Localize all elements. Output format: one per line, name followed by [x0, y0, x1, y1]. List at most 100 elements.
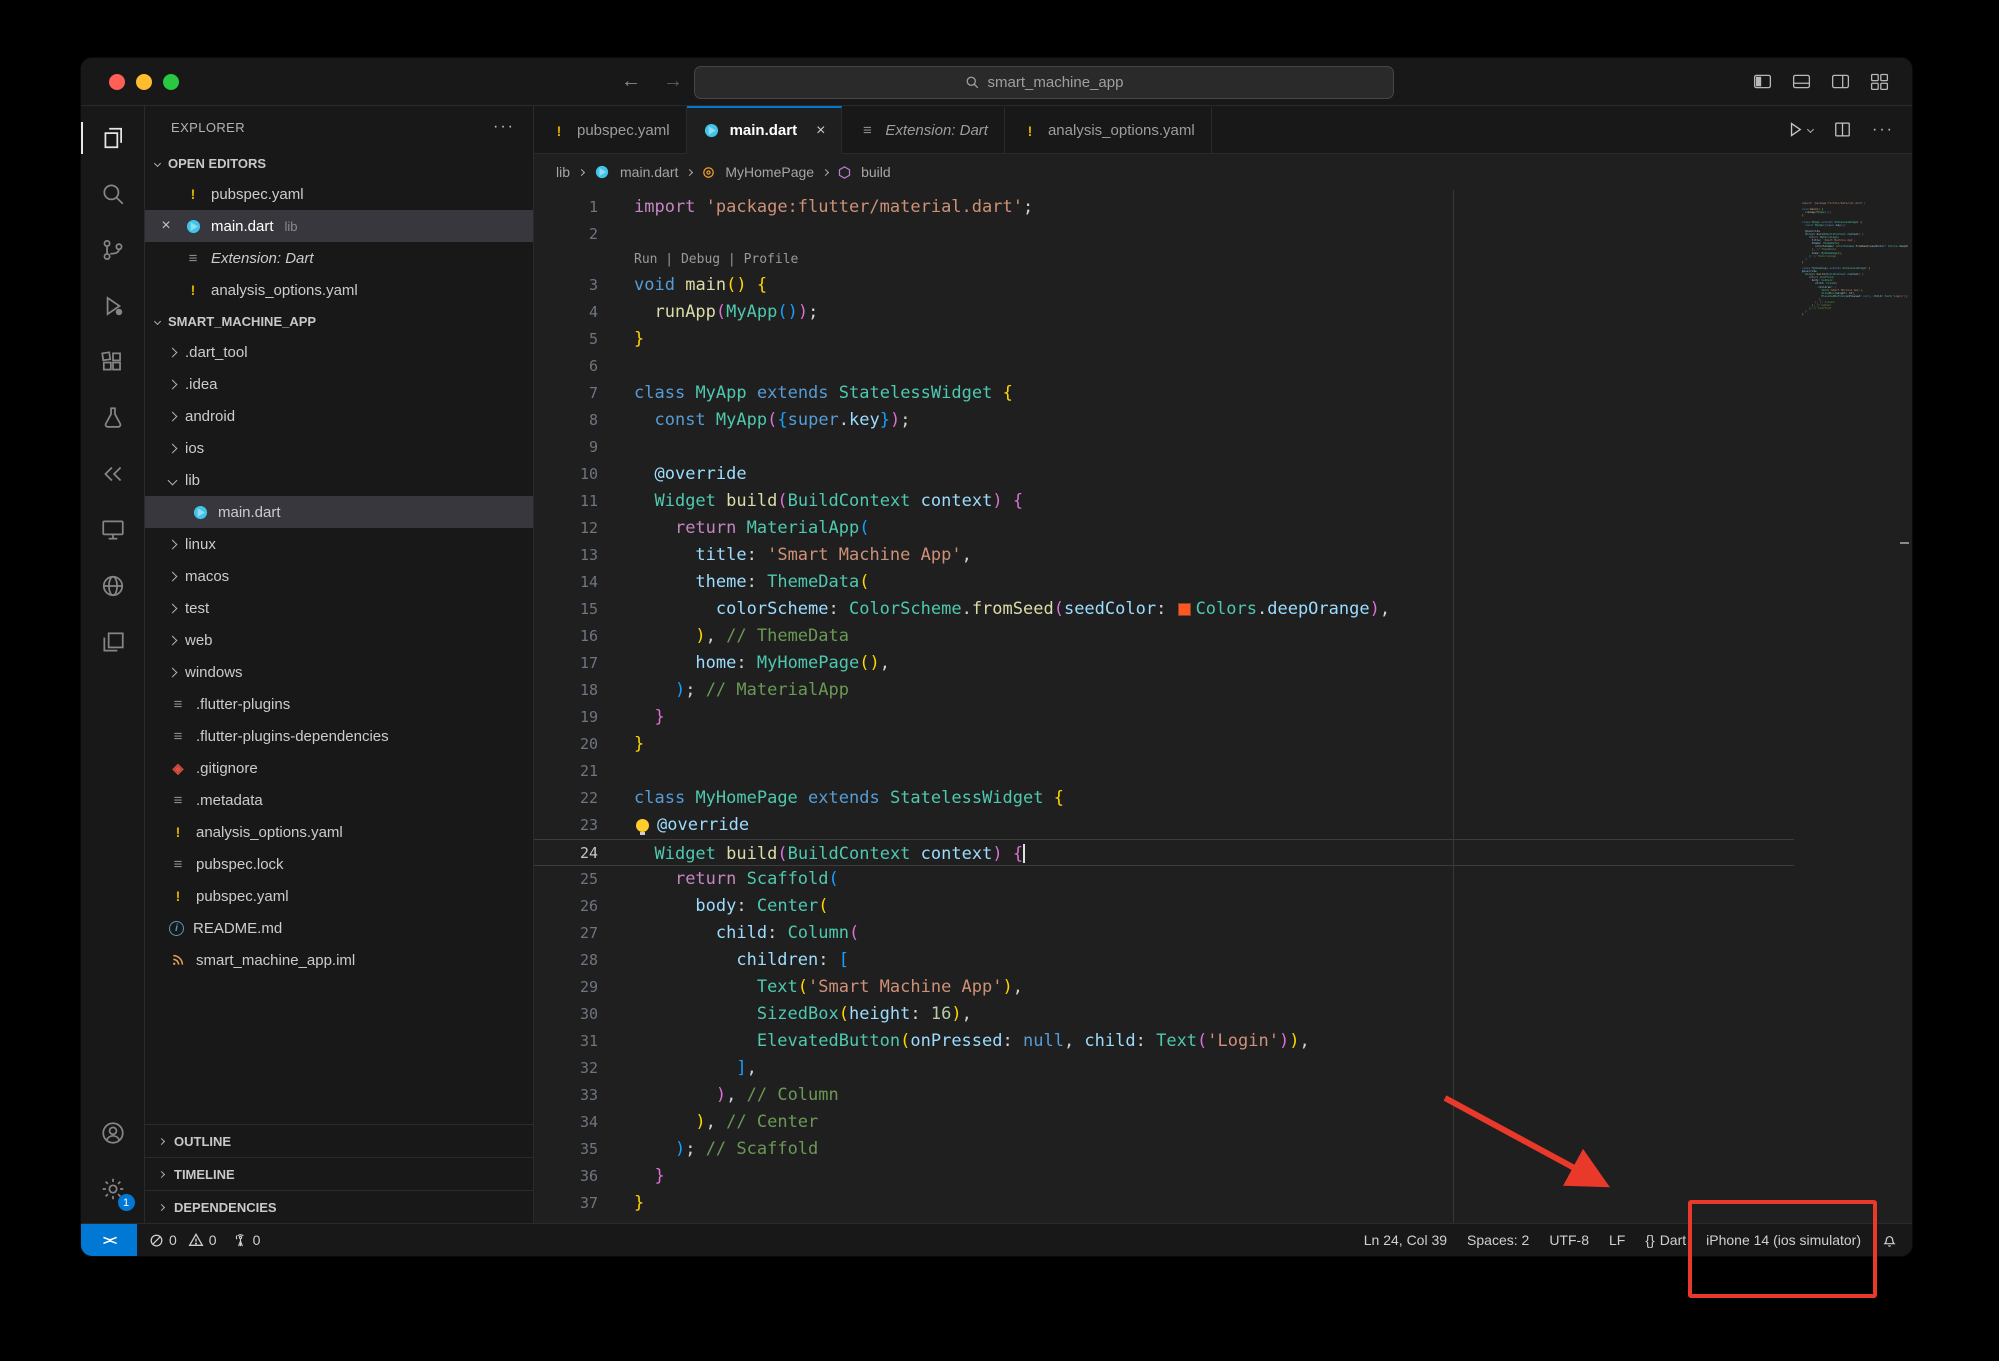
line-number[interactable]: 24: [534, 840, 598, 865]
line-number[interactable]: 29: [534, 974, 598, 1001]
code-line-31[interactable]: 31 ElevatedButton(onPressed: null, child…: [534, 1028, 1794, 1055]
run-debug-icon[interactable]: [81, 278, 145, 334]
line-number[interactable]: 10: [534, 461, 598, 488]
line-number[interactable]: 21: [534, 758, 598, 785]
codelens-run-debug-profile[interactable]: Run | Debug | Profile: [534, 248, 1794, 272]
line-number[interactable]: 27: [534, 920, 598, 947]
code-line-8[interactable]: 8 const MyApp({super.key});: [534, 407, 1794, 434]
code-line-2[interactable]: 2: [534, 221, 1794, 248]
split-editor-icon[interactable]: [1833, 120, 1852, 139]
toggle-sidebar-icon[interactable]: [1752, 71, 1773, 92]
forward-arrow-icon[interactable]: →: [663, 70, 683, 93]
language-status[interactable]: {} Dart: [1645, 1232, 1686, 1248]
tree-folder-macos[interactable]: macos: [145, 560, 533, 592]
line-number[interactable]: 17: [534, 650, 598, 677]
code-line-24[interactable]: 24 Widget build(BuildContext context) {: [534, 839, 1794, 866]
code-line-13[interactable]: 13 title: 'Smart Machine App',: [534, 542, 1794, 569]
source-control-icon[interactable]: [81, 222, 145, 278]
code-line-14[interactable]: 14 theme: ThemeData(: [534, 569, 1794, 596]
open-editors-header[interactable]: OPEN EDITORS: [145, 148, 533, 178]
code-line-25[interactable]: 25 return Scaffold(: [534, 866, 1794, 893]
line-number[interactable]: 38: [534, 1217, 598, 1223]
close-window-button[interactable]: [109, 74, 125, 90]
tree-file-pubspec.lock[interactable]: ≡pubspec.lock: [145, 848, 533, 880]
breadcrumb-folder[interactable]: lib: [556, 164, 570, 180]
code-line-23[interactable]: 23@override: [534, 812, 1794, 839]
code-line-1[interactable]: 1import 'package:flutter/material.dart';: [534, 194, 1794, 221]
ports-status[interactable]: 0: [233, 1232, 261, 1248]
back-arrow-icon[interactable]: ←: [621, 70, 641, 93]
minimize-window-button[interactable]: [136, 74, 152, 90]
layered-windows-icon[interactable]: [81, 614, 145, 670]
code-line-19[interactable]: 19 }: [534, 704, 1794, 731]
timeline-section[interactable]: TIMELINE: [145, 1157, 533, 1190]
code-line-30[interactable]: 30 SizedBox(height: 16),: [534, 1001, 1794, 1028]
close-icon[interactable]: ×: [157, 217, 175, 235]
line-number[interactable]: 6: [534, 353, 598, 380]
tree-folder-test[interactable]: test: [145, 592, 533, 624]
tab-pubspec-yaml[interactable]: ! pubspec.yaml: [534, 106, 687, 154]
line-number[interactable]: 32: [534, 1055, 598, 1082]
project-section-header[interactable]: SMART_MACHINE_APP: [145, 306, 533, 336]
code-line-22[interactable]: 22class MyHomePage extends StatelessWidg…: [534, 785, 1794, 812]
code-line-36[interactable]: 36 }: [534, 1163, 1794, 1190]
tree-file-main.dart[interactable]: main.dart: [145, 496, 533, 528]
code-line-28[interactable]: 28 children: [: [534, 947, 1794, 974]
tree-file-analysis_options.yaml[interactable]: !analysis_options.yaml: [145, 816, 533, 848]
code-line-9[interactable]: 9: [534, 434, 1794, 461]
tree-folder-.dart_tool[interactable]: .dart_tool: [145, 336, 533, 368]
tree-folder-web[interactable]: web: [145, 624, 533, 656]
tree-file-.metadata[interactable]: ≡.metadata: [145, 784, 533, 816]
line-number[interactable]: 26: [534, 893, 598, 920]
remote-explorer-icon[interactable]: [81, 502, 145, 558]
encoding-status[interactable]: UTF-8: [1549, 1232, 1589, 1248]
search-icon[interactable]: [81, 166, 145, 222]
minimap[interactable]: import 'package:flutter/material.dart';v…: [1794, 190, 1912, 1223]
globe-icon[interactable]: [81, 558, 145, 614]
tree-file-.gitignore[interactable]: ◈.gitignore: [145, 752, 533, 784]
command-center-search[interactable]: smart_machine_app: [694, 66, 1394, 99]
code-line-15[interactable]: 15 colorScheme: ColorScheme.fromSeed(see…: [534, 596, 1794, 623]
run-file-icon[interactable]: [1786, 120, 1813, 139]
notifications-bell-icon[interactable]: [1881, 1232, 1898, 1249]
code-line-4[interactable]: 4 runApp(MyApp());: [534, 299, 1794, 326]
testing-flask-icon[interactable]: [81, 390, 145, 446]
code-line-38[interactable]: 38: [534, 1217, 1794, 1223]
outline-section[interactable]: OUTLINE: [145, 1124, 533, 1157]
line-number[interactable]: 5: [534, 326, 598, 353]
tree-file-smart_machine_app.iml[interactable]: smart_machine_app.iml: [145, 944, 533, 976]
tab-extension-dart[interactable]: ≡ Extension: Dart: [842, 106, 1005, 154]
line-number[interactable]: 23: [534, 812, 598, 839]
tree-folder-linux[interactable]: linux: [145, 528, 533, 560]
line-number[interactable]: 22: [534, 785, 598, 812]
line-number[interactable]: 35: [534, 1136, 598, 1163]
code-line-35[interactable]: 35 ); // Scaffold: [534, 1136, 1794, 1163]
code-line-29[interactable]: 29 Text('Smart Machine App'),: [534, 974, 1794, 1001]
tree-file-pubspec.yaml[interactable]: !pubspec.yaml: [145, 880, 533, 912]
line-number[interactable]: 7: [534, 380, 598, 407]
code-line-12[interactable]: 12 return MaterialApp(: [534, 515, 1794, 542]
line-number[interactable]: 4: [534, 299, 598, 326]
line-number[interactable]: 28: [534, 947, 598, 974]
toggle-secondary-sidebar-icon[interactable]: [1830, 71, 1851, 92]
double-chevron-icon[interactable]: [81, 446, 145, 502]
tree-folder-.idea[interactable]: .idea: [145, 368, 533, 400]
line-number[interactable]: 11: [534, 488, 598, 515]
settings-gear-icon[interactable]: 1: [81, 1161, 145, 1217]
tree-folder-ios[interactable]: ios: [145, 432, 533, 464]
line-number[interactable]: 18: [534, 677, 598, 704]
line-number[interactable]: 31: [534, 1028, 598, 1055]
code-line-32[interactable]: 32 ],: [534, 1055, 1794, 1082]
line-number[interactable]: 37: [534, 1190, 598, 1217]
tree-folder-android[interactable]: android: [145, 400, 533, 432]
line-number[interactable]: 12: [534, 515, 598, 542]
code-line-10[interactable]: 10 @override: [534, 461, 1794, 488]
open-editor-analysis-options[interactable]: × ! analysis_options.yaml: [145, 274, 533, 306]
line-number[interactable]: 33: [534, 1082, 598, 1109]
line-number[interactable]: 2: [534, 221, 598, 248]
line-number[interactable]: 13: [534, 542, 598, 569]
problems-status[interactable]: 0 0: [149, 1232, 217, 1248]
eol-status[interactable]: LF: [1609, 1232, 1625, 1248]
code-line-16[interactable]: 16 ), // ThemeData: [534, 623, 1794, 650]
remote-indicator[interactable]: ><: [81, 1224, 137, 1256]
